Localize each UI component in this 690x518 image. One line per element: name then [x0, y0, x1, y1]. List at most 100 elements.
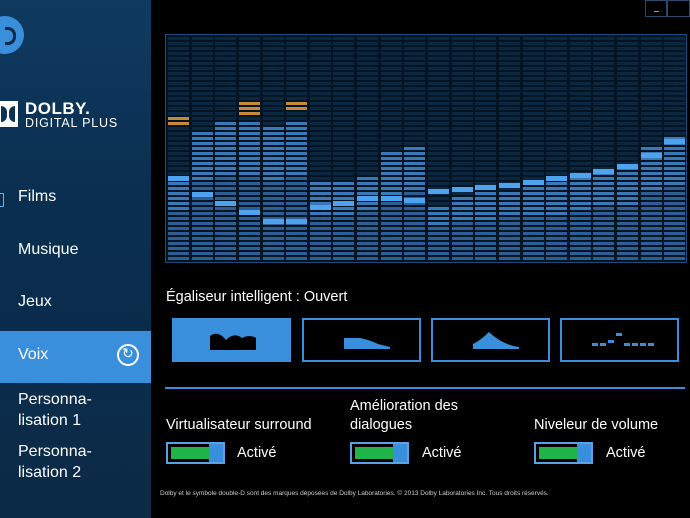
app-menu-icon[interactable] [0, 16, 24, 54]
eq-segment [546, 247, 567, 250]
equalizer-graph[interactable] [165, 34, 687, 263]
eq-segment [593, 37, 614, 40]
eq-segment [286, 207, 307, 210]
eq-segment [357, 122, 378, 125]
eq-segment [404, 42, 425, 45]
eq-band-marker[interactable] [617, 164, 638, 169]
eq-segment [593, 162, 614, 165]
eq-segment [523, 117, 544, 120]
eq-segment [239, 162, 260, 165]
eq-segment [499, 177, 520, 180]
eq-segment [523, 127, 544, 130]
eq-segment [381, 157, 402, 160]
eq-segment [428, 232, 449, 235]
eq-band-marker[interactable] [333, 201, 354, 206]
reset-icon[interactable] [117, 344, 139, 366]
dialogue-enhancer-toggle[interactable] [350, 442, 409, 464]
eq-segment [428, 247, 449, 250]
eq-band-marker[interactable] [664, 139, 685, 144]
eq-segment [404, 237, 425, 240]
eq-band-marker[interactable] [310, 205, 331, 210]
eq-segment [333, 62, 354, 65]
eq-segment [664, 167, 685, 170]
eq-band-marker[interactable] [641, 153, 662, 158]
eq-segment [381, 177, 402, 180]
eq-segment [263, 182, 284, 185]
eq-segment [452, 112, 473, 115]
eq-band-marker[interactable] [570, 173, 591, 178]
eq-segment [617, 172, 638, 175]
eq-band-marker[interactable] [168, 176, 189, 181]
eq-segment [310, 87, 331, 90]
eq-band-marker[interactable] [263, 219, 284, 224]
eq-segment [452, 62, 473, 65]
eq-band-marker[interactable] [546, 176, 567, 181]
eq-band-marker[interactable] [593, 169, 614, 174]
preset-rich-button[interactable] [302, 318, 421, 362]
eq-segment [215, 167, 236, 170]
eq-segment [546, 127, 567, 130]
eq-segment [192, 72, 213, 75]
eq-segment [333, 157, 354, 160]
eq-segment [593, 182, 614, 185]
nav-item-perso-1[interactable]: Personna- lisation 1 [0, 389, 151, 431]
eq-segment [215, 172, 236, 175]
eq-band-marker[interactable] [286, 219, 307, 224]
eq-band-marker[interactable] [357, 196, 378, 201]
eq-segment [593, 62, 614, 65]
eq-segment [499, 42, 520, 45]
eq-segment [215, 132, 236, 135]
nav-item-jeux[interactable]: Jeux [0, 293, 151, 317]
eq-segment [239, 77, 260, 80]
eq-segment [263, 187, 284, 190]
eq-segment [428, 72, 449, 75]
eq-band-marker[interactable] [499, 183, 520, 188]
eq-segment [404, 112, 425, 115]
preset-manual-button[interactable] [560, 318, 679, 362]
preset-open-button[interactable] [172, 318, 291, 362]
minimize-button[interactable] [645, 0, 667, 17]
eq-segment [523, 142, 544, 145]
nav-item-musique[interactable]: Musique [0, 241, 151, 265]
eq-segment [641, 197, 662, 200]
eq-segment [333, 122, 354, 125]
surround-virtualizer-toggle[interactable] [166, 442, 225, 464]
eq-segment [570, 82, 591, 85]
eq-segment [617, 52, 638, 55]
eq-band-marker[interactable] [475, 185, 496, 190]
eq-segment [428, 67, 449, 70]
eq-band-marker[interactable] [404, 198, 425, 203]
eq-segment [381, 167, 402, 170]
preset-focused-button[interactable] [431, 318, 550, 362]
eq-band-marker[interactable] [192, 192, 213, 197]
eq-segment [215, 257, 236, 260]
eq-segment [286, 157, 307, 160]
eq-segment [286, 77, 307, 80]
eq-band-marker[interactable] [452, 187, 473, 192]
eq-band-marker[interactable] [381, 196, 402, 201]
eq-segment [263, 192, 284, 195]
eq-segment [617, 202, 638, 205]
eq-segment [404, 57, 425, 60]
eq-band-marker[interactable] [239, 210, 260, 215]
eq-segment [310, 62, 331, 65]
eq-segment [192, 172, 213, 175]
eq-segment [192, 227, 213, 230]
nav-item-voix[interactable]: Voix [0, 331, 151, 383]
eq-segment [192, 142, 213, 145]
volume-leveler-toggle[interactable] [534, 442, 593, 464]
eq-segment [310, 247, 331, 250]
eq-segment [381, 227, 402, 230]
nav-item-perso-2[interactable]: Personna- lisation 2 [0, 441, 151, 483]
window-button[interactable] [667, 0, 690, 17]
eq-segment [357, 52, 378, 55]
eq-segment [641, 37, 662, 40]
eq-band-marker[interactable] [215, 201, 236, 206]
eq-segment [499, 77, 520, 80]
eq-band-marker[interactable] [523, 180, 544, 185]
separator [165, 387, 685, 389]
nav-item-films[interactable]: Films [0, 188, 151, 212]
eq-band-marker[interactable] [428, 189, 449, 194]
eq-segment [263, 112, 284, 115]
eq-segment [475, 142, 496, 145]
